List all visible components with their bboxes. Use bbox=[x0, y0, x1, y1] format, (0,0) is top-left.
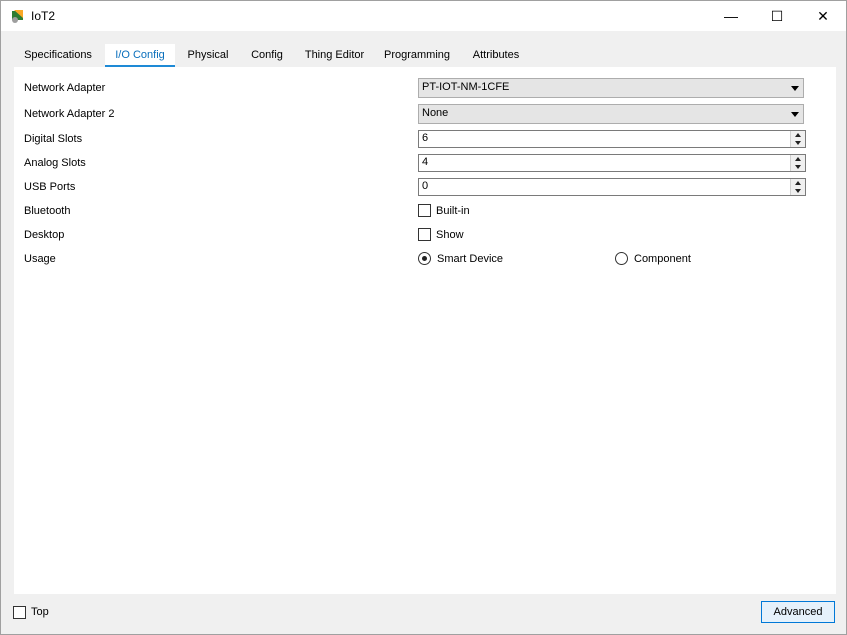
title-bar[interactable]: IoT2 — ☐ ✕ bbox=[1, 1, 846, 31]
usb-ports-value: 0 bbox=[422, 180, 429, 192]
network-adapter-select[interactable]: PT-IOT-NM-1CFE bbox=[418, 78, 804, 98]
desktop-option-label[interactable]: Show bbox=[436, 229, 464, 241]
spin-down-button[interactable] bbox=[791, 163, 805, 171]
chevron-down-icon bbox=[791, 86, 799, 91]
io-config-panel: Network Adapter PT-IOT-NM-1CFE Network A… bbox=[14, 67, 836, 594]
network-adapter-label: Network Adapter bbox=[24, 82, 106, 94]
spin-down-button[interactable] bbox=[791, 139, 805, 147]
usage-smart-device-label[interactable]: Smart Device bbox=[437, 253, 503, 265]
chevron-down-icon bbox=[791, 112, 799, 117]
usb-ports-label: USB Ports bbox=[24, 181, 76, 193]
analog-slots-value: 4 bbox=[422, 156, 429, 168]
top-checkbox[interactable] bbox=[13, 606, 26, 619]
analog-slots-label: Analog Slots bbox=[24, 157, 86, 169]
tab-thing-editor[interactable]: Thing Editor bbox=[296, 44, 373, 66]
network-adapter-2-value: None bbox=[422, 107, 449, 119]
top-label[interactable]: Top bbox=[31, 606, 49, 618]
network-adapter-2-label: Network Adapter 2 bbox=[24, 108, 115, 120]
digital-slots-value: 6 bbox=[422, 132, 429, 144]
packet-tracer-iot-icon bbox=[12, 10, 23, 23]
io-config-window: IoT2 — ☐ ✕ Specifications I/O Config Phy… bbox=[0, 0, 847, 635]
usage-label: Usage bbox=[24, 253, 56, 265]
window-title: IoT2 bbox=[31, 9, 56, 23]
usb-ports-spinbox[interactable]: 0 bbox=[418, 178, 806, 196]
usage-component-label[interactable]: Component bbox=[634, 253, 691, 265]
bluetooth-label: Bluetooth bbox=[24, 205, 71, 217]
digital-slots-spinbox[interactable]: 6 bbox=[418, 130, 806, 148]
advanced-button[interactable]: Advanced bbox=[761, 601, 835, 623]
usb-ports-stepper bbox=[790, 179, 805, 195]
tab-programming[interactable]: Programming bbox=[376, 44, 458, 66]
usage-component-radio[interactable] bbox=[615, 252, 628, 265]
tab-physical[interactable]: Physical bbox=[178, 44, 238, 66]
close-button[interactable]: ✕ bbox=[800, 1, 846, 31]
tab-config[interactable]: Config bbox=[241, 44, 293, 66]
analog-slots-spinbox[interactable]: 4 bbox=[418, 154, 806, 172]
bluetooth-checkbox[interactable] bbox=[418, 204, 431, 217]
network-adapter-value: PT-IOT-NM-1CFE bbox=[422, 81, 510, 93]
minimize-button[interactable]: — bbox=[708, 1, 754, 31]
network-adapter-2-select[interactable]: None bbox=[418, 104, 804, 124]
spin-down-button[interactable] bbox=[791, 187, 805, 195]
desktop-label: Desktop bbox=[24, 229, 65, 241]
analog-slots-stepper bbox=[790, 155, 805, 171]
desktop-checkbox[interactable] bbox=[418, 228, 431, 241]
tab-io-config[interactable]: I/O Config bbox=[105, 44, 175, 68]
tab-attributes[interactable]: Attributes bbox=[461, 44, 531, 66]
maximize-button[interactable]: ☐ bbox=[754, 1, 800, 31]
usage-smart-device-radio[interactable] bbox=[418, 252, 431, 265]
digital-slots-stepper bbox=[790, 131, 805, 147]
bluetooth-option-label[interactable]: Built-in bbox=[436, 205, 470, 217]
tab-specifications[interactable]: Specifications bbox=[14, 44, 102, 66]
digital-slots-label: Digital Slots bbox=[24, 133, 83, 145]
